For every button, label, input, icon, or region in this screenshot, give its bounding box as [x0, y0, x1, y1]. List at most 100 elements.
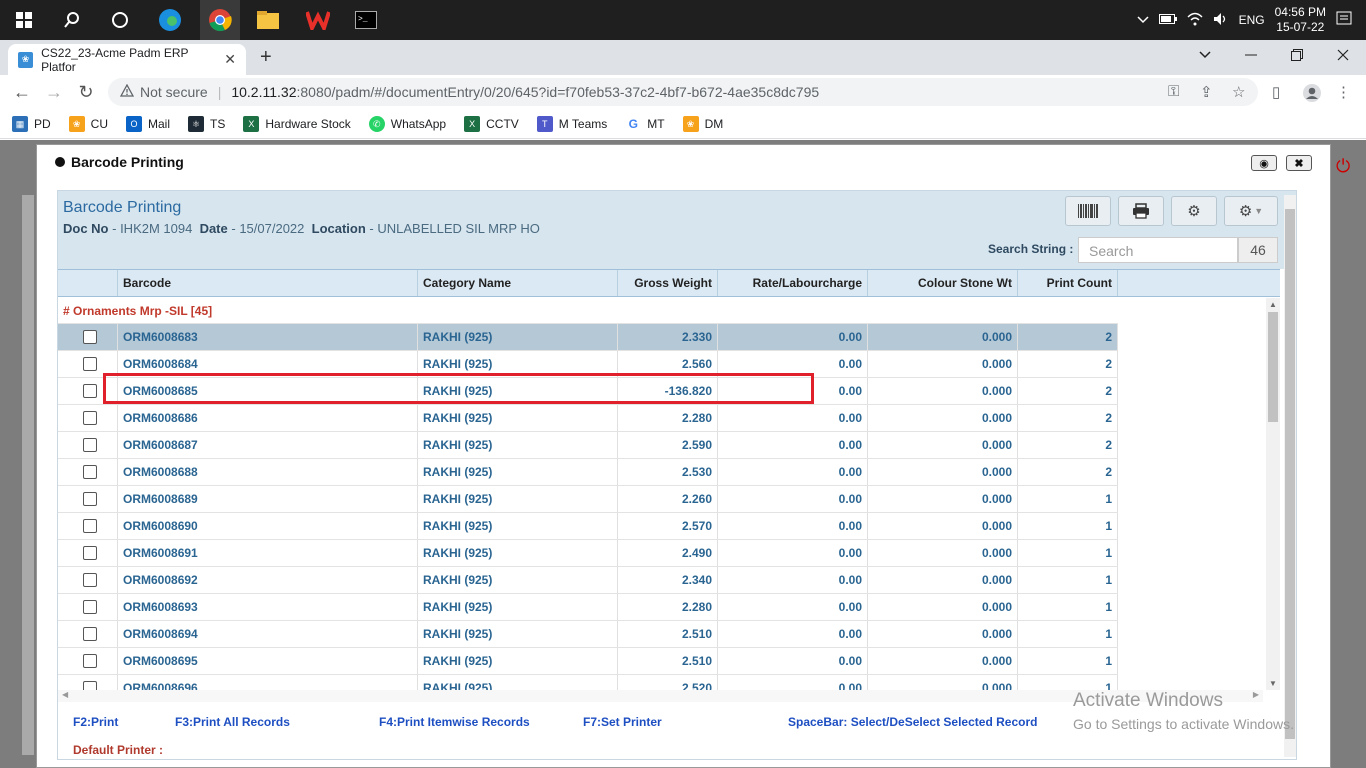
- col-colour-stone[interactable]: Colour Stone Wt: [868, 270, 1018, 296]
- col-category[interactable]: Category Name: [418, 270, 618, 296]
- row-checkbox[interactable]: [83, 330, 97, 344]
- table-row[interactable]: ORM6008692 RAKHI (925) 2.340 0.00 0.000 1: [58, 567, 1118, 594]
- group-header[interactable]: # Ornaments Mrp -SIL [45]: [58, 298, 1118, 324]
- restore-icon[interactable]: [1274, 40, 1320, 70]
- bookmark-dm[interactable]: ❀ DM: [682, 115, 723, 132]
- bookmark-m-teams[interactable]: T M Teams: [536, 115, 607, 132]
- panel-vertical-scrollbar[interactable]: [1284, 195, 1296, 757]
- table-row[interactable]: ORM6008695 RAKHI (925) 2.510 0.00 0.000 1: [58, 648, 1118, 675]
- table-row[interactable]: ORM6008696 RAKHI (925) 2.520 0.00 0.000 1: [58, 675, 1118, 690]
- settings-button[interactable]: ⚙: [1171, 196, 1217, 226]
- row-checkbox[interactable]: [83, 654, 97, 668]
- table-row[interactable]: ORM6008689 RAKHI (925) 2.260 0.00 0.000 1: [58, 486, 1118, 513]
- terminal-icon[interactable]: >_: [352, 6, 380, 34]
- row-checkbox[interactable]: [83, 627, 97, 641]
- row-checkbox[interactable]: [83, 492, 97, 506]
- file-explorer-icon[interactable]: [254, 6, 282, 34]
- search-icon[interactable]: [58, 6, 86, 34]
- search-input[interactable]: Search: [1078, 237, 1238, 263]
- print-button[interactable]: [1118, 196, 1164, 226]
- language-indicator[interactable]: ENG: [1239, 13, 1265, 27]
- scroll-thumb[interactable]: [1268, 312, 1278, 422]
- panel-scroll-thumb[interactable]: [1285, 209, 1295, 739]
- table-row[interactable]: ORM6008688 RAKHI (925) 2.530 0.00 0.000 2: [58, 459, 1118, 486]
- side-panel-icon[interactable]: ▯: [1272, 83, 1280, 101]
- volume-icon[interactable]: [1213, 12, 1229, 29]
- bookmark-ts[interactable]: ⚛ TS: [188, 115, 225, 132]
- bookmark-cctv[interactable]: X CCTV: [464, 115, 519, 132]
- activate-windows-watermark: Activate Windows Go to Settings to activ…: [1073, 690, 1294, 732]
- bookmark-mail[interactable]: O Mail: [126, 115, 170, 132]
- notification-icon[interactable]: [1336, 11, 1352, 30]
- row-checkbox[interactable]: [83, 573, 97, 587]
- window-close-icon[interactable]: [1320, 40, 1366, 70]
- share-icon[interactable]: ⇪: [1200, 83, 1213, 101]
- row-checkbox[interactable]: [83, 384, 97, 398]
- table-row[interactable]: ORM6008694 RAKHI (925) 2.510 0.00 0.000 1: [58, 621, 1118, 648]
- table-row[interactable]: ORM6008683 RAKHI (925) 2.330 0.00 0.000 2: [58, 324, 1118, 351]
- reload-icon[interactable]: ↻: [74, 81, 98, 103]
- bookmark-star-icon[interactable]: ☆: [1232, 83, 1245, 101]
- cortana-icon[interactable]: [106, 6, 134, 34]
- table-row[interactable]: ORM6008687 RAKHI (925) 2.590 0.00 0.000 2: [58, 432, 1118, 459]
- col-rate[interactable]: Rate/Labourcharge: [718, 270, 868, 296]
- table-row[interactable]: ORM6008693 RAKHI (925) 2.280 0.00 0.000 1: [58, 594, 1118, 621]
- row-checkbox[interactable]: [83, 465, 97, 479]
- row-checkbox[interactable]: [83, 438, 97, 452]
- row-checkbox[interactable]: [83, 600, 97, 614]
- col-gross-weight[interactable]: Gross Weight: [618, 270, 718, 296]
- power-icon[interactable]: ⏻: [1336, 156, 1350, 177]
- browser-tab[interactable]: ❀ CS22_23-Acme Padm ERP Platfor ✕: [8, 44, 246, 75]
- scroll-up-icon[interactable]: ▲: [1269, 300, 1277, 309]
- minimize-icon[interactable]: [1228, 40, 1274, 70]
- key-icon[interactable]: ⚿: [1168, 83, 1179, 100]
- bookmark-whatsapp[interactable]: ✆ WhatsApp: [368, 115, 446, 132]
- col-print-count[interactable]: Print Count: [1018, 270, 1118, 296]
- menu-kebab-icon[interactable]: ⋮: [1336, 83, 1351, 101]
- search-label: Search String :: [988, 242, 1074, 256]
- bookmark-cu[interactable]: ❀ CU: [68, 115, 108, 132]
- table-row[interactable]: ORM6008686 RAKHI (925) 2.280 0.00 0.000 2: [58, 405, 1118, 432]
- shortcut-f2[interactable]: F2:Print: [73, 715, 118, 729]
- warning-icon[interactable]: [119, 83, 135, 100]
- bookmark-mt[interactable]: G MT: [625, 115, 665, 132]
- table-row[interactable]: ORM6008691 RAKHI (925) 2.490 0.00 0.000 1: [58, 540, 1118, 567]
- back-icon[interactable]: ←: [10, 81, 34, 103]
- chrome-icon[interactable]: [200, 0, 240, 40]
- profile-icon[interactable]: [1302, 83, 1322, 107]
- bookmark-pd[interactable]: ▦ PD: [12, 115, 51, 132]
- tab-search-icon[interactable]: [1182, 40, 1228, 70]
- edge-icon[interactable]: [156, 6, 184, 34]
- row-checkbox[interactable]: [83, 681, 97, 690]
- row-checkbox[interactable]: [83, 546, 97, 560]
- wifi-icon[interactable]: [1187, 12, 1203, 29]
- row-checkbox[interactable]: [83, 411, 97, 425]
- shortcut-f4[interactable]: F4:Print Itemwise Records: [379, 715, 530, 729]
- clock[interactable]: 04:56 PM 15-07-22: [1275, 5, 1326, 35]
- forward-icon[interactable]: →: [42, 81, 66, 103]
- shortcut-spacebar[interactable]: SpaceBar: Select/DeSelect Selected Recor…: [788, 715, 1037, 729]
- modal-close-icon[interactable]: ✖: [1286, 155, 1312, 171]
- barcode-button[interactable]: [1065, 196, 1111, 226]
- scroll-left-icon[interactable]: ◀: [62, 690, 68, 699]
- shortcut-f3[interactable]: F3:Print All Records: [175, 715, 290, 729]
- grid-vertical-scrollbar[interactable]: ▲ ▼: [1266, 298, 1280, 690]
- table-row[interactable]: ORM6008690 RAKHI (925) 2.570 0.00 0.000 1: [58, 513, 1118, 540]
- chevron-up-icon[interactable]: [1137, 13, 1149, 27]
- bookmark-hardware-stock[interactable]: X Hardware Stock: [243, 115, 351, 132]
- shortcut-f7[interactable]: F7:Set Printer: [583, 715, 662, 729]
- print-count-cell: 1: [1018, 486, 1118, 512]
- windows-start-icon[interactable]: [10, 6, 38, 34]
- row-checkbox[interactable]: [83, 357, 97, 371]
- new-tab-icon[interactable]: +: [260, 46, 272, 69]
- wps-office-icon[interactable]: [304, 6, 332, 34]
- tab-close-icon[interactable]: ✕: [224, 51, 236, 68]
- scroll-down-icon[interactable]: ▼: [1269, 679, 1277, 688]
- options-dropdown[interactable]: ⚙ ▼: [1224, 196, 1278, 226]
- eye-toggle-icon[interactable]: ◉: [1251, 155, 1277, 171]
- not-secure-label[interactable]: Not secure: [140, 84, 208, 100]
- row-checkbox[interactable]: [83, 519, 97, 533]
- address-bar[interactable]: Not secure | 10.2.11.32 :8080/padm/#/doc…: [108, 78, 1258, 106]
- battery-icon[interactable]: [1158, 13, 1177, 27]
- col-barcode[interactable]: Barcode: [118, 270, 418, 296]
